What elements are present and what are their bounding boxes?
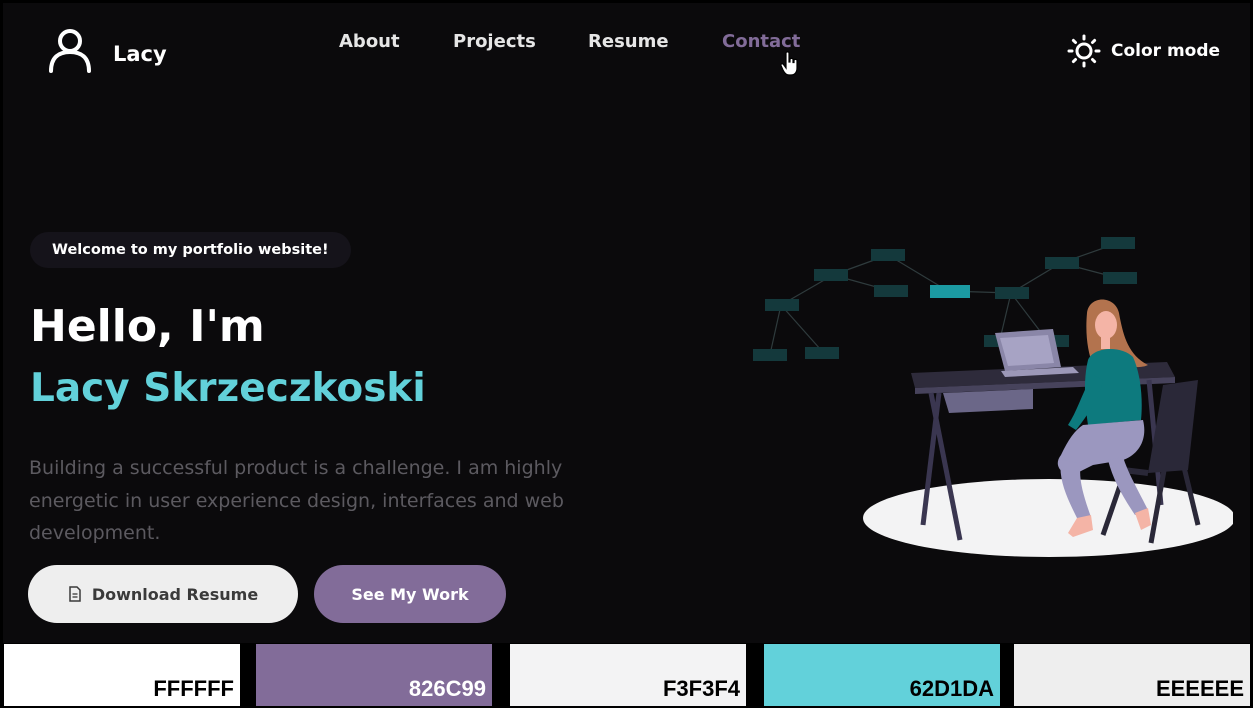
diagram-network bbox=[753, 237, 1137, 361]
swatch-label: EEEEEE bbox=[1155, 676, 1244, 701]
nav-projects[interactable]: Projects bbox=[453, 31, 536, 52]
swatch-label: F3F3F4 bbox=[662, 676, 740, 701]
swatch-label: 826C99 bbox=[408, 676, 486, 701]
download-resume-button[interactable]: Download Resume bbox=[28, 565, 298, 623]
swatch-label: FFFFFF bbox=[153, 676, 234, 701]
see-my-work-label: See My Work bbox=[351, 584, 469, 604]
swatch-ffffff: FFFFFF bbox=[4, 644, 240, 706]
hand-pointer-icon bbox=[780, 51, 798, 76]
swatch-826c99: 826C99 bbox=[256, 644, 492, 706]
swatch-62d1da: 62D1DA bbox=[764, 644, 1000, 706]
name-heading: Lacy Skrzeczkoski bbox=[30, 366, 426, 411]
user-outline-icon bbox=[49, 29, 91, 73]
brand-name: Lacy bbox=[113, 42, 167, 66]
workspace-illustration bbox=[753, 237, 1233, 557]
sun-icon bbox=[1067, 34, 1101, 68]
see-my-work-button[interactable]: See My Work bbox=[314, 565, 506, 623]
swatch-f3f3f4: F3F3F4 bbox=[510, 644, 746, 706]
portfolio-page: Lacy About Projects Resume Contact Color… bbox=[3, 3, 1250, 643]
greeting-heading: Hello, I'm bbox=[30, 301, 265, 352]
brand[interactable]: Lacy bbox=[47, 27, 167, 73]
nav-about[interactable]: About bbox=[339, 31, 400, 52]
color-mode-label: Color mode bbox=[1111, 41, 1221, 61]
swatch-eeeeee: EEEEEE bbox=[1014, 644, 1250, 706]
swatch-label: 62D1DA bbox=[909, 676, 994, 701]
screenshot-frame: Lacy About Projects Resume Contact Color… bbox=[0, 0, 1253, 708]
hero-description: Building a successful product is a chall… bbox=[29, 457, 564, 544]
document-icon bbox=[69, 586, 81, 602]
download-resume-label: Download Resume bbox=[91, 584, 259, 604]
color-mode-toggle[interactable]: Color mode bbox=[1067, 34, 1220, 68]
nav-contact[interactable]: Contact bbox=[722, 31, 800, 52]
nav-resume[interactable]: Resume bbox=[588, 31, 669, 52]
welcome-badge: Welcome to my portfolio website! bbox=[30, 232, 351, 268]
